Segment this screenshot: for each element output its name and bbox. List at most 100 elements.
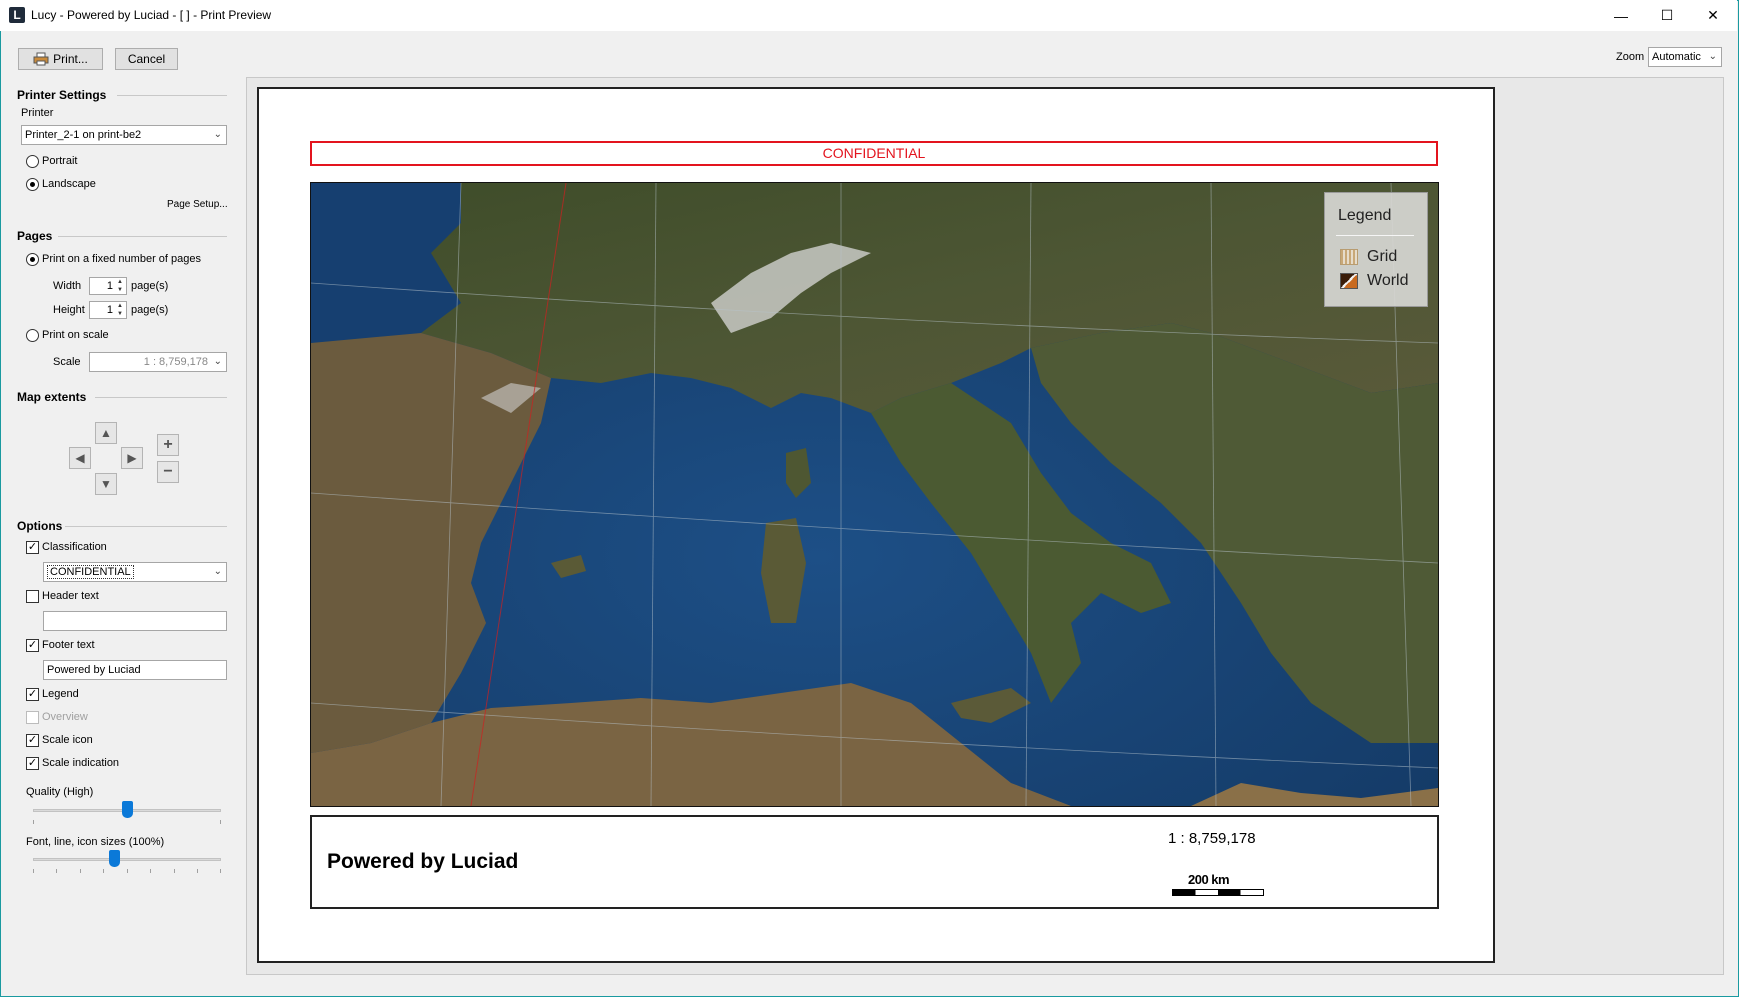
fixed-pages-label: Print on a fixed number of pages <box>42 253 201 265</box>
legend-checkbox[interactable]: ✓ <box>26 688 39 701</box>
footer-text-label: Footer text <box>42 639 95 651</box>
scale-text: 1 : 8,759,178 <box>1168 830 1256 847</box>
slider-tick <box>150 869 151 873</box>
zoom-select[interactable]: Automatic ⌄ <box>1648 47 1722 67</box>
options-heading: Options <box>17 519 63 533</box>
chevron-down-icon: ⌄ <box>213 356 222 367</box>
quality-label: Quality (High) <box>26 786 94 798</box>
header-text-label: Header text <box>42 590 99 602</box>
zoom-out-button[interactable]: − <box>157 461 179 483</box>
slider-tick <box>127 869 128 873</box>
slider-tick <box>33 869 34 873</box>
height-value: 1 <box>106 304 113 316</box>
grid-layer-icon <box>1340 249 1358 265</box>
plus-icon: + <box>163 436 173 453</box>
classification-select[interactable]: CONFIDENTIAL ⌄ <box>43 562 227 582</box>
minimize-icon: — <box>1614 7 1628 24</box>
scale-bar <box>1172 889 1264 896</box>
classification-banner-text: CONFIDENTIAL <box>822 145 926 161</box>
font-sizes-slider[interactable] <box>33 858 221 861</box>
footer-text-input[interactable]: Powered by Luciad <box>43 660 227 680</box>
classification-value: CONFIDENTIAL <box>47 565 134 579</box>
cancel-button-label: Cancel <box>127 52 166 66</box>
print-button[interactable]: Print... <box>18 48 103 70</box>
slider-tick <box>103 869 104 873</box>
scale-value: 1 : 8,759,178 <box>143 356 208 368</box>
scale-indication-label: Scale indication <box>42 757 120 769</box>
pan-right-button[interactable]: ▶ <box>121 447 143 469</box>
slider-tick <box>80 869 81 873</box>
slider-tick <box>174 869 175 873</box>
pan-left-button[interactable]: ◀ <box>69 447 91 469</box>
world-layer-icon <box>1340 273 1358 289</box>
portrait-label: Portrait <box>42 155 78 167</box>
printer-value: Printer_2-1 on print-be2 <box>25 129 142 141</box>
portrait-radio[interactable] <box>26 155 39 168</box>
overview-label: Overview <box>42 711 88 723</box>
pan-up-button[interactable]: ▲ <box>95 422 117 444</box>
zoom-label: Zoom <box>1616 51 1645 63</box>
width-stepper[interactable]: 1 ▲ ▼ <box>89 277 127 295</box>
pages-heading: Pages <box>17 229 53 243</box>
arrow-down-icon: ▼ <box>100 477 112 491</box>
print-on-scale-radio[interactable] <box>26 329 39 342</box>
classification-label: Classification <box>42 541 107 553</box>
height-unit: page(s) <box>131 304 169 316</box>
close-icon: ✕ <box>1707 7 1719 23</box>
stepper-up-icon[interactable]: ▲ <box>115 279 125 286</box>
footer-text-checkbox[interactable]: ✓ <box>26 639 39 652</box>
fixed-pages-radio[interactable] <box>26 253 39 266</box>
zoom-in-button[interactable]: + <box>157 434 179 456</box>
close-button[interactable]: ✕ <box>1690 0 1736 31</box>
maximize-icon: ☐ <box>1660 7 1674 23</box>
classification-banner: CONFIDENTIAL <box>310 141 1438 166</box>
minimize-button[interactable]: — <box>1598 0 1644 31</box>
minus-icon: − <box>163 463 173 480</box>
header-text-input[interactable] <box>43 611 227 631</box>
height-label: Height <box>53 304 85 316</box>
chevron-down-icon: ⌄ <box>213 566 222 577</box>
page-setup-link[interactable]: Page Setup... <box>167 199 228 210</box>
font-sizes-label: Font, line, icon sizes (100%) <box>26 836 165 848</box>
classification-checkbox[interactable]: ✓ <box>26 541 39 554</box>
window-title: Lucy - Powered by Luciad - [ ] - Print P… <box>31 8 272 22</box>
satellite-map-image <box>311 183 1438 806</box>
legend-title: Legend <box>1338 207 1392 224</box>
slider-tick <box>220 869 221 873</box>
scale-indication-checkbox[interactable]: ✓ <box>26 757 39 770</box>
app-logo-icon: L <box>9 7 25 23</box>
header-text-checkbox[interactable] <box>26 590 39 603</box>
zoom-value: Automatic <box>1652 51 1701 63</box>
print-button-label: Print... <box>53 52 88 66</box>
arrow-right-icon: ▶ <box>127 451 137 465</box>
title-bar[interactable]: L Lucy - Powered by Luciad - [ ] - Print… <box>0 0 1737 31</box>
map-extents-heading: Map extents <box>17 390 87 404</box>
font-sizes-slider-thumb[interactable] <box>109 850 120 867</box>
landscape-radio[interactable] <box>26 178 39 191</box>
pan-down-button[interactable]: ▼ <box>95 473 117 495</box>
height-stepper[interactable]: 1 ▲ ▼ <box>89 301 127 319</box>
cancel-button[interactable]: Cancel <box>115 48 178 70</box>
width-value: 1 <box>106 280 113 292</box>
arrow-left-icon: ◀ <box>75 451 85 465</box>
legend-label: Legend <box>42 688 79 700</box>
stepper-down-icon[interactable]: ▼ <box>115 287 125 294</box>
scale-label: Scale <box>53 356 81 368</box>
divider <box>65 526 227 527</box>
legend-item-grid: Grid <box>1367 248 1398 265</box>
chevron-down-icon: ⌄ <box>213 129 222 140</box>
overview-checkbox[interactable] <box>26 711 39 724</box>
stepper-down-icon[interactable]: ▼ <box>115 311 125 318</box>
landscape-label: Landscape <box>42 178 96 190</box>
quality-slider-thumb[interactable] <box>122 801 133 818</box>
scale-select[interactable]: 1 : 8,759,178 ⌄ <box>89 352 227 372</box>
printer-icon <box>33 52 49 66</box>
divider <box>58 236 227 237</box>
printer-select[interactable]: Printer_2-1 on print-be2 ⌄ <box>21 125 227 145</box>
scale-icon-checkbox[interactable]: ✓ <box>26 734 39 747</box>
width-unit: page(s) <box>131 280 169 292</box>
stepper-up-icon[interactable]: ▲ <box>115 303 125 310</box>
maximize-button[interactable]: ☐ <box>1644 0 1690 31</box>
print-footer: Powered by Luciad 1 : 8,759,178 200 km <box>310 815 1439 909</box>
width-label: Width <box>53 280 82 292</box>
